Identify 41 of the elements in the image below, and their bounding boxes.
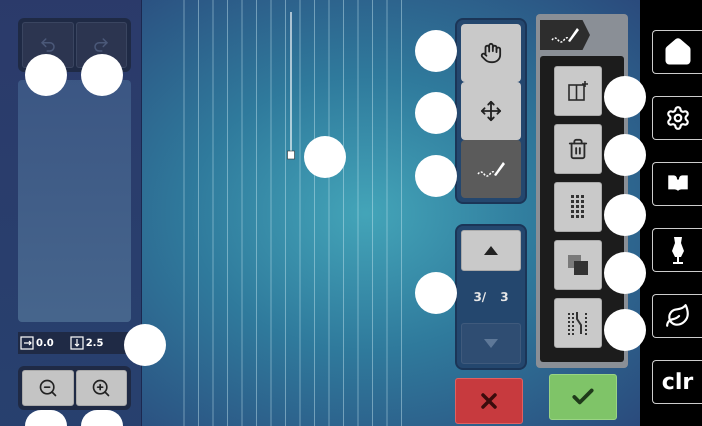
split-seam-icon	[566, 311, 590, 335]
eco-button[interactable]	[652, 294, 702, 338]
add-panel-icon	[567, 80, 589, 102]
home-button[interactable]	[652, 30, 702, 74]
page-up-button[interactable]	[461, 230, 521, 271]
cancel-button[interactable]	[455, 378, 523, 424]
add-button[interactable]	[554, 66, 602, 116]
offset-value: 0.0	[36, 338, 54, 348]
hand-icon	[480, 42, 502, 64]
zoom-in-icon	[91, 378, 112, 398]
confirm-button[interactable]	[549, 374, 617, 420]
down-triangle-icon	[484, 339, 498, 348]
stitch-length-value: 2.5	[86, 338, 104, 348]
delete-button[interactable]	[554, 124, 602, 174]
zoom-out-button[interactable]	[22, 370, 74, 406]
leaf-icon	[664, 303, 690, 329]
zoom-in-button[interactable]	[76, 370, 127, 406]
dot-grid-icon	[571, 195, 585, 219]
page-total: 3	[500, 290, 509, 304]
hand-tool-button[interactable]	[461, 24, 521, 82]
home-icon	[662, 37, 692, 67]
dress-form-button[interactable]	[652, 228, 702, 272]
redo-icon	[92, 36, 110, 54]
stitch-length-icon	[70, 336, 84, 350]
draw-tab[interactable]	[540, 20, 590, 50]
gears-icon	[664, 105, 690, 131]
clear-button[interactable]: clr	[652, 360, 702, 404]
grid-button[interactable]	[554, 182, 602, 232]
duplicate-button[interactable]	[554, 240, 602, 290]
width-offset-icon	[20, 336, 34, 350]
move-icon	[480, 100, 502, 122]
settings-button[interactable]	[652, 96, 702, 140]
trash-icon	[567, 138, 589, 160]
move-tool-button[interactable]	[461, 82, 521, 140]
undo-icon	[38, 36, 57, 54]
split-button[interactable]	[554, 298, 602, 348]
up-triangle-icon	[484, 246, 498, 255]
book-button[interactable]	[652, 162, 702, 206]
page-current: 3/	[473, 290, 486, 304]
duplicate-icon	[567, 254, 589, 276]
zoom-out-icon	[38, 378, 58, 398]
